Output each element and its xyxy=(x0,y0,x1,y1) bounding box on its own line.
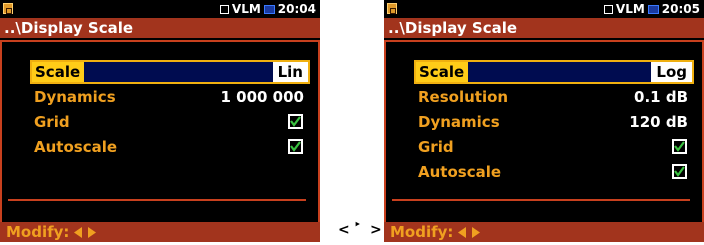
grid-checkbox[interactable] xyxy=(672,139,687,154)
menu-item-resolution[interactable]: Resolution 0.1 dB xyxy=(414,85,694,109)
footer-bar: Modify: xyxy=(384,222,704,242)
checkmark-icon xyxy=(290,141,301,152)
footer-bar: Modify: xyxy=(0,222,320,242)
transition-arrows: < ‣ > xyxy=(334,218,382,242)
autoscale-checkbox[interactable] xyxy=(288,139,303,154)
menu-item-label: Autoscale xyxy=(34,138,118,156)
menu-item-autoscale[interactable]: Autoscale xyxy=(414,160,694,184)
app-icon xyxy=(387,3,397,14)
checkmark-icon xyxy=(674,141,685,152)
bottom-divider xyxy=(8,199,306,201)
checkmark-icon xyxy=(674,166,685,177)
right-arrow-icon xyxy=(88,226,97,238)
transition-left-arrow: < xyxy=(338,222,350,238)
status-bar: VLM 20:04 xyxy=(0,0,320,18)
vlm-indicator-icon xyxy=(219,4,229,14)
menu-item-grid[interactable]: Grid xyxy=(414,135,694,159)
mode-label: VLM xyxy=(615,2,645,16)
menu-item-label: Grid xyxy=(34,113,70,131)
menu-item-value: 0.1 dB xyxy=(634,88,688,106)
transition-right-arrow: > xyxy=(370,222,382,238)
menu-item-label: Autoscale xyxy=(418,163,502,181)
screen-title: ..\Display Scale xyxy=(384,18,704,38)
right-arrow-icon xyxy=(472,226,481,238)
menu-item-label: Scale xyxy=(32,62,85,82)
clock-icon xyxy=(263,4,275,14)
transition-small-arrow: ‣ xyxy=(354,218,362,231)
menu-item-autoscale[interactable]: Autoscale xyxy=(30,135,310,159)
left-screen: VLM 20:04 ..\Display Scale Scale Lin Dyn… xyxy=(0,0,320,242)
menu-item-value: Log xyxy=(651,62,692,82)
menu-item-grid[interactable]: Grid xyxy=(30,110,310,134)
menu-item-label: Resolution xyxy=(418,88,509,106)
app-icon xyxy=(3,3,13,14)
checkmark-icon xyxy=(290,116,301,127)
grid-checkbox[interactable] xyxy=(288,114,303,129)
menu-item-dynamics[interactable]: Dynamics 120 dB xyxy=(414,110,694,134)
right-screen: VLM 20:05 ..\Display Scale Scale Log Res… xyxy=(384,0,704,242)
menu-item-label: Dynamics xyxy=(34,88,116,106)
left-arrow-icon xyxy=(74,226,83,238)
time-label: 20:05 xyxy=(661,2,700,16)
menu-item-label: Grid xyxy=(418,138,454,156)
clock-icon xyxy=(647,4,659,14)
menu-item-label: Dynamics xyxy=(418,113,500,131)
footer-label: Modify: xyxy=(6,223,70,241)
screen-title: ..\Display Scale xyxy=(0,18,320,38)
time-label: 20:04 xyxy=(277,2,316,16)
menu-item-scale[interactable]: Scale Lin xyxy=(30,60,310,84)
autoscale-checkbox[interactable] xyxy=(672,164,687,179)
vlm-indicator-icon xyxy=(603,4,613,14)
menu-item-scale[interactable]: Scale Log xyxy=(414,60,694,84)
menu-item-label: Scale xyxy=(416,62,469,82)
status-bar: VLM 20:05 xyxy=(384,0,704,18)
bottom-divider xyxy=(392,199,690,201)
footer-label: Modify: xyxy=(390,223,454,241)
mode-label: VLM xyxy=(231,2,261,16)
status-indicators: VLM 20:05 xyxy=(603,2,700,16)
left-arrow-icon xyxy=(458,226,467,238)
status-indicators: VLM 20:04 xyxy=(219,2,316,16)
menu-item-value: Lin xyxy=(272,62,308,82)
menu-item-value: 1 000 000 xyxy=(220,88,304,106)
menu-item-dynamics[interactable]: Dynamics 1 000 000 xyxy=(30,85,310,109)
menu-item-value: 120 dB xyxy=(629,113,688,131)
